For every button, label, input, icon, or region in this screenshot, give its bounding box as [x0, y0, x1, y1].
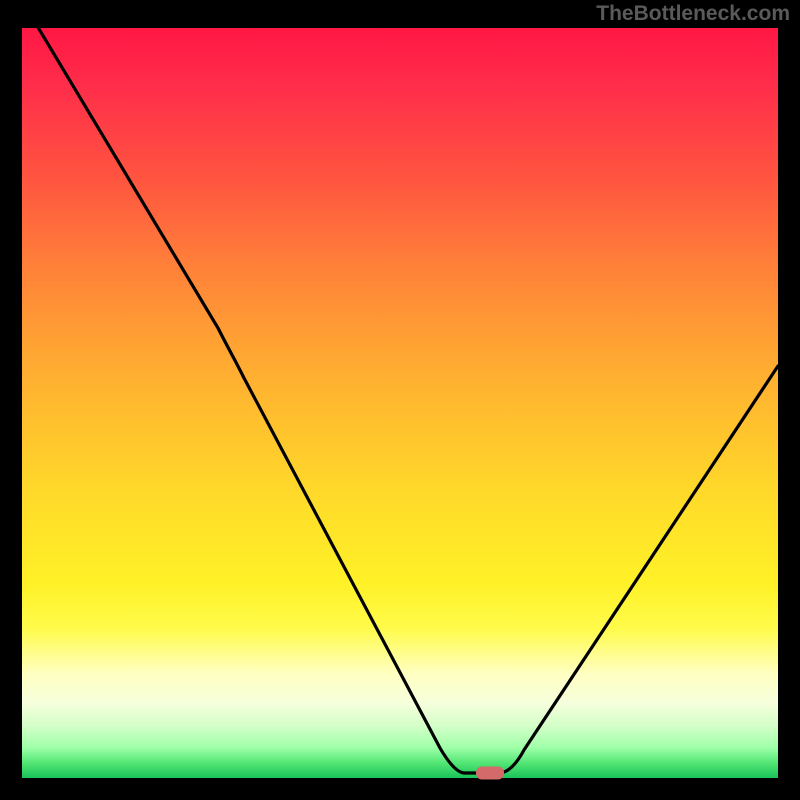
watermark-text: TheBottleneck.com [596, 2, 790, 26]
optimal-marker [476, 767, 504, 780]
curve-svg [22, 28, 778, 778]
plot-area [22, 28, 778, 778]
bottleneck-curve-path [36, 28, 778, 773]
chart-container: TheBottleneck.com [0, 0, 800, 800]
